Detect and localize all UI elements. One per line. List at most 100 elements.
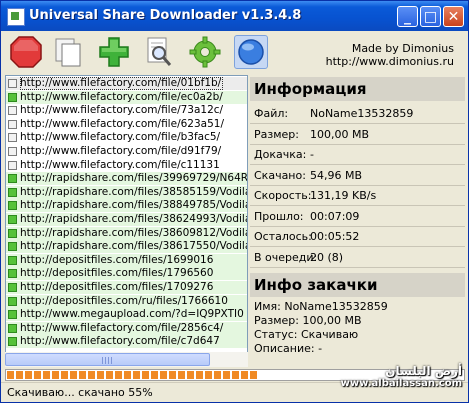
list-item-url: http://www.filefactory.com/file/ec0a2b/ (20, 90, 223, 103)
minimize-button[interactable]: _ (397, 6, 418, 27)
info-label: Осталось: (254, 230, 312, 243)
status-checkbox[interactable] (8, 119, 17, 129)
download-info-heading: Инфо закачки (250, 273, 465, 297)
settings-button[interactable] (188, 35, 222, 69)
status-checkbox[interactable] (8, 283, 17, 292)
copy-icon (55, 38, 81, 67)
window-title: Universal Share Downloader v1.3.4.8 (29, 8, 302, 23)
status-checkbox[interactable] (8, 147, 17, 156)
info-label: Скачано: (254, 168, 306, 182)
list-item-url: http://rapidshare.com/files/39969729/N64… (20, 172, 247, 185)
close-button[interactable]: ✕ (443, 6, 464, 27)
list-item[interactable]: http://rapidshare.com/files/38849785/Vod… (6, 199, 247, 213)
add-button[interactable] (97, 35, 131, 69)
list-item[interactable]: http://rapidshare.com/files/39969729/N64… (6, 172, 247, 186)
list-item-url: http://www.filefactory.com/file/01bf1b/ (20, 77, 224, 90)
list-item[interactable]: http://rapidshare.com/files/38624993/Vod… (6, 213, 247, 226)
status-checkbox[interactable] (8, 296, 17, 306)
status-checkbox[interactable] (8, 310, 17, 320)
row-separator (250, 184, 465, 186)
info-panel: Информация Инфо закачки Файл: NoName13532… (250, 75, 465, 368)
download-info-line: Имя: NoName13532859 (254, 300, 388, 313)
list-item[interactable]: http://depositfiles.com/files/1699016 (6, 253, 247, 267)
status-checkbox[interactable] (8, 79, 17, 88)
row-separator (250, 164, 465, 165)
status-checkbox[interactable] (8, 323, 17, 333)
list-item[interactable]: http://www.filefactory.com/file/73a12c/ (6, 104, 247, 117)
status-checkbox[interactable] (8, 242, 17, 252)
list-item[interactable]: http://rapidshare.com/files/38617550/Vod… (6, 240, 247, 254)
list-item[interactable]: http://www.filefactory.com/file/2856c4/ (6, 321, 247, 335)
list-item[interactable]: http://www.filefactory.com/file/ec0a2b/ (6, 90, 247, 104)
row-separator (250, 123, 465, 124)
list-item[interactable]: http://depositfiles.com/files/1709276 (6, 281, 247, 294)
list-item[interactable]: http://www.filefactory.com/file/c7d647 (6, 335, 247, 349)
info-value: 131,19 KB/s (310, 189, 377, 202)
list-item[interactable]: http://depositfiles.com/ru/files/1766610 (6, 294, 247, 308)
status-checkbox[interactable] (8, 174, 17, 184)
info-label: Докачка: (254, 148, 307, 161)
stop-icon (10, 36, 42, 68)
status-checkbox[interactable] (8, 201, 17, 211)
add-icon (99, 37, 129, 67)
info-value: 20 (8) (310, 250, 344, 264)
download-info-line: Описание: - (254, 342, 323, 355)
list-item[interactable]: http://depositfiles.com/files/1796560 (6, 267, 247, 281)
row-separator (250, 266, 465, 268)
info-label: Размер: (254, 127, 299, 141)
app-window: Universal Share Downloader v1.3.4.8 _ □ … (0, 0, 469, 403)
author-site[interactable]: http://www.dimonius.ru (326, 55, 454, 68)
list-item[interactable]: http://www.filefactory.com/file/623a51/ (6, 118, 247, 131)
list-item-url: http://www.filefactory.com/file/c7d647 (20, 335, 220, 348)
copy-button[interactable] (51, 35, 85, 69)
status-checkbox[interactable] (8, 160, 17, 170)
list-item-url: http://www.filefactory.com/file/623a51/ (20, 117, 224, 130)
status-checkbox[interactable] (8, 92, 17, 102)
info-value: 100,00 MB (310, 127, 370, 141)
list-item-url: http://www.filefactory.com/file/2856c4/ (20, 321, 224, 334)
list-item-url: http://rapidshare.com/files/38609812/Vod… (20, 226, 247, 239)
status-checkbox[interactable] (8, 228, 17, 238)
scrollbar-grip (102, 357, 114, 364)
list-item-url: http://www.filefactory.com/file/73a12c/ (20, 104, 224, 117)
status-checkbox[interactable] (8, 215, 17, 224)
list-item-url: http://www.filefactory.com/file/c11131 (20, 158, 220, 171)
list-item[interactable]: http://rapidshare.com/files/38585159/Vod… (6, 185, 247, 199)
info-value: 00:05:52 (310, 230, 360, 243)
url-list[interactable]: http://www.filefactory.com/file/01bf1b/h… (5, 75, 248, 353)
list-item[interactable]: http://www.filefactory.com/file/d91f79/ (6, 145, 247, 158)
list-item-url: http://www.megaupload.com/?d=IQ9PXTI0 (20, 308, 244, 321)
status-checkbox[interactable] (8, 255, 17, 265)
scrollbar-thumb[interactable] (5, 353, 210, 366)
search-icon (147, 37, 172, 66)
info-value: NoName13532859 (310, 107, 414, 120)
list-item[interactable]: http://www.filefactory.com/file/b3fac5/ (6, 131, 247, 144)
watermark-arabic: أرض البلسان (385, 364, 462, 378)
status-checkbox[interactable] (8, 106, 17, 116)
list-item[interactable]: http://rapidshare.com/files/38609812/Vod… (6, 226, 247, 240)
info-heading: Информация (250, 77, 465, 101)
status-checkbox[interactable] (8, 133, 17, 143)
status-checkbox[interactable] (8, 337, 17, 347)
list-item[interactable]: http://www.filefactory.com/file/c11131 (6, 159, 247, 172)
status-checkbox[interactable] (8, 269, 17, 279)
app-icon (7, 8, 25, 26)
list-item-url: http://depositfiles.com/files/1699016 (20, 253, 214, 266)
search-button[interactable] (142, 35, 176, 69)
list-item[interactable]: http://www.megaupload.com/?d=IQ9PXTI0 (6, 308, 247, 322)
list-item-url: http://depositfiles.com/files/1796560 (20, 267, 214, 280)
list-item[interactable]: http://www.filefactory.com/file/01bf1b/ (6, 77, 247, 90)
download-info-line: Размер: 100,00 MB (254, 314, 362, 327)
author-label: Made by Dimonius (351, 42, 454, 55)
maximize-button[interactable]: □ (420, 6, 441, 27)
row-separator (250, 225, 465, 227)
globe-button[interactable] (234, 35, 268, 69)
stop-button[interactable] (9, 35, 43, 69)
title-bar[interactable]: Universal Share Downloader v1.3.4.8 _ □ … (1, 1, 468, 31)
status-checkbox[interactable] (8, 187, 17, 197)
horizontal-scrollbar[interactable] (5, 352, 248, 367)
info-label: Прошло: (254, 209, 304, 223)
row-separator (250, 143, 465, 145)
toolbar: Made by Dimonius http://www.dimonius.ru (1, 31, 468, 73)
list-item-url: http://depositfiles.com/ru/files/1766610 (20, 294, 228, 307)
